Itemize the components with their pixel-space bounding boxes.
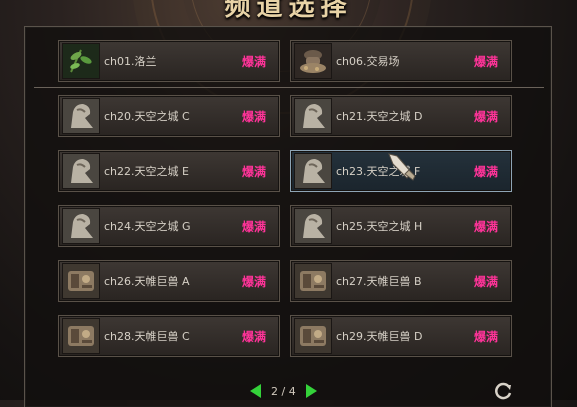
game-cursor-icon: [388, 153, 416, 181]
channel-status: 爆满: [241, 54, 266, 69]
channel-button-ch20[interactable]: ch20.天空之城 C 爆满: [58, 95, 280, 137]
channel-button-ch01[interactable]: ch01.洛兰 爆满: [58, 40, 280, 82]
channel-name: ch22.天空之城 E: [104, 165, 189, 178]
refresh-icon[interactable]: [494, 381, 514, 401]
channel-status: 爆满: [241, 329, 266, 344]
statue-icon: [62, 153, 100, 189]
channel-status: 爆满: [473, 274, 498, 289]
statue-icon: [62, 98, 100, 134]
channel-name: ch29.天帷巨兽 D: [336, 330, 423, 343]
channel-name: ch01.洛兰: [104, 55, 157, 68]
page-indicator: 2 / 4: [271, 384, 296, 398]
channel-name: ch28.天帷巨兽 C: [104, 330, 190, 343]
channel-status: 爆满: [241, 274, 266, 289]
beast-icon: [62, 318, 100, 354]
channel-name: ch21.天空之城 D: [336, 110, 423, 123]
channel-button-ch21[interactable]: ch21.天空之城 D 爆满: [290, 95, 512, 137]
beast-icon: [62, 263, 100, 299]
channel-name: ch24.天空之城 G: [104, 220, 191, 233]
channel-status: 爆满: [473, 54, 498, 69]
channel-status: 爆满: [473, 164, 498, 179]
merchant-icon: [294, 43, 332, 79]
channel-button-ch25[interactable]: ch25.天空之城 H 爆满: [290, 205, 512, 247]
divider: [34, 87, 544, 88]
channel-button-ch29[interactable]: ch29.天帷巨兽 D 爆满: [290, 315, 512, 357]
channel-button-ch24[interactable]: ch24.天空之城 G 爆满: [58, 205, 280, 247]
beast-icon: [294, 263, 332, 299]
plant-icon: [62, 43, 100, 79]
channel-status: 爆满: [241, 109, 266, 124]
channel-status: 爆满: [473, 219, 498, 234]
channel-status: 爆满: [241, 164, 266, 179]
channel-button-ch26[interactable]: ch26.天帷巨兽 A 爆满: [58, 260, 280, 302]
channel-button-ch06[interactable]: ch06.交易场 爆满: [290, 40, 512, 82]
beast-icon: [294, 318, 332, 354]
channel-status: 爆满: [473, 109, 498, 124]
channel-name: ch25.天空之城 H: [336, 220, 423, 233]
channel-button-ch27[interactable]: ch27.天帷巨兽 B 爆满: [290, 260, 512, 302]
pager: 2 / 4: [250, 384, 317, 398]
next-page-arrow-icon[interactable]: [305, 384, 317, 398]
channel-name: ch20.天空之城 C: [104, 110, 190, 123]
statue-icon: [294, 208, 332, 244]
statue-icon: [294, 153, 332, 189]
prev-page-arrow-icon[interactable]: [250, 384, 261, 398]
channel-name: ch06.交易场: [336, 55, 400, 68]
window-title: 频道选择: [224, 0, 353, 22]
channel-button-ch28[interactable]: ch28.天帷巨兽 C 爆满: [58, 315, 280, 357]
channel-status: 爆满: [241, 219, 266, 234]
channel-status: 爆满: [473, 329, 498, 344]
channel-button-ch22[interactable]: ch22.天空之城 E 爆满: [58, 150, 280, 192]
channel-name: ch27.天帷巨兽 B: [336, 275, 422, 288]
statue-icon: [294, 98, 332, 134]
statue-icon: [62, 208, 100, 244]
channel-name: ch26.天帷巨兽 A: [104, 275, 190, 288]
